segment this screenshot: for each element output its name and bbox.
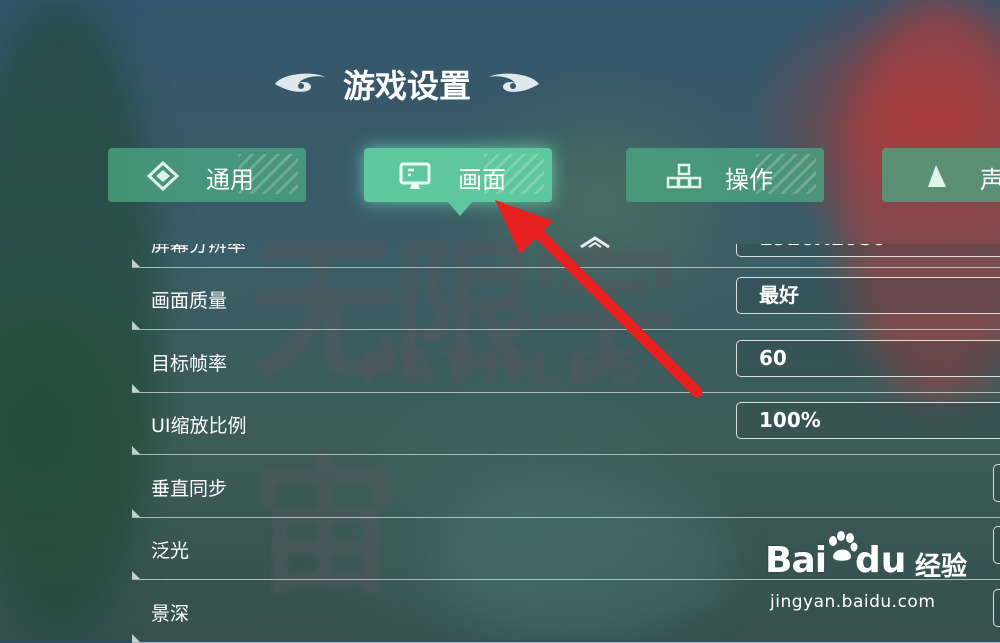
tab-graphics[interactable]: 画面 <box>364 148 552 202</box>
row-marker <box>132 446 140 454</box>
setting-row-vsync: 垂直同步 <box>132 456 1000 518</box>
baidu-jingyan-watermark: Bai du 经验 jingyan.baidu.com <box>765 528 1000 618</box>
speaker-icon <box>922 161 952 197</box>
setting-label: UI缩放比例 <box>151 415 247 437</box>
settings-header: 游戏设置 <box>0 62 814 106</box>
page-title: 游戏设置 <box>342 67 471 105</box>
tab-controls[interactable]: 操作 <box>626 148 824 202</box>
row-marker <box>132 259 140 267</box>
vsync-checkbox[interactable] <box>993 464 1000 502</box>
setting-row-quality: 画面质量 最好 <box>132 268 1000 330</box>
row-marker <box>132 509 140 517</box>
monitor-icon <box>398 161 432 197</box>
tab-label: 通用 <box>206 166 254 194</box>
tab-sound[interactable]: 声 <box>882 148 1000 202</box>
tab-label: 画面 <box>458 166 506 194</box>
watermark-url: jingyan.baidu.com <box>770 592 936 612</box>
cube-icon <box>146 160 180 197</box>
setting-row-ui-scale: UI缩放比例 100% <box>132 393 1000 455</box>
row-marker <box>132 634 140 642</box>
watermark-du: du <box>855 540 907 581</box>
tab-label: 声 <box>980 166 1000 194</box>
paw-icon <box>825 530 859 568</box>
setting-label: 垂直同步 <box>151 478 228 500</box>
watermark-cn: 经验 <box>915 552 968 582</box>
right-wing-icon <box>487 71 541 97</box>
active-tab-pointer <box>448 202 472 216</box>
keys-icon <box>666 161 702 197</box>
left-wing-icon <box>273 71 327 97</box>
tab-general[interactable]: 通用 <box>108 148 306 202</box>
setting-label: 画面质量 <box>151 290 228 312</box>
framerate-select[interactable]: 60 <box>736 340 1000 377</box>
setting-row-framerate: 目标帧率 60 <box>132 331 1000 393</box>
watermark-bai: Bai <box>765 540 827 581</box>
row-divider <box>132 329 1000 330</box>
setting-label: 泛光 <box>151 540 190 562</box>
row-marker <box>132 384 140 392</box>
quality-select[interactable]: 最好 <box>736 277 1000 314</box>
row-divider <box>132 454 1000 455</box>
setting-label: 景深 <box>151 603 190 625</box>
row-marker <box>132 321 140 329</box>
ui-scale-select[interactable]: 100% <box>736 402 1000 439</box>
tab-label: 操作 <box>725 166 773 194</box>
setting-label: 目标帧率 <box>151 353 228 375</box>
row-marker <box>132 571 140 579</box>
